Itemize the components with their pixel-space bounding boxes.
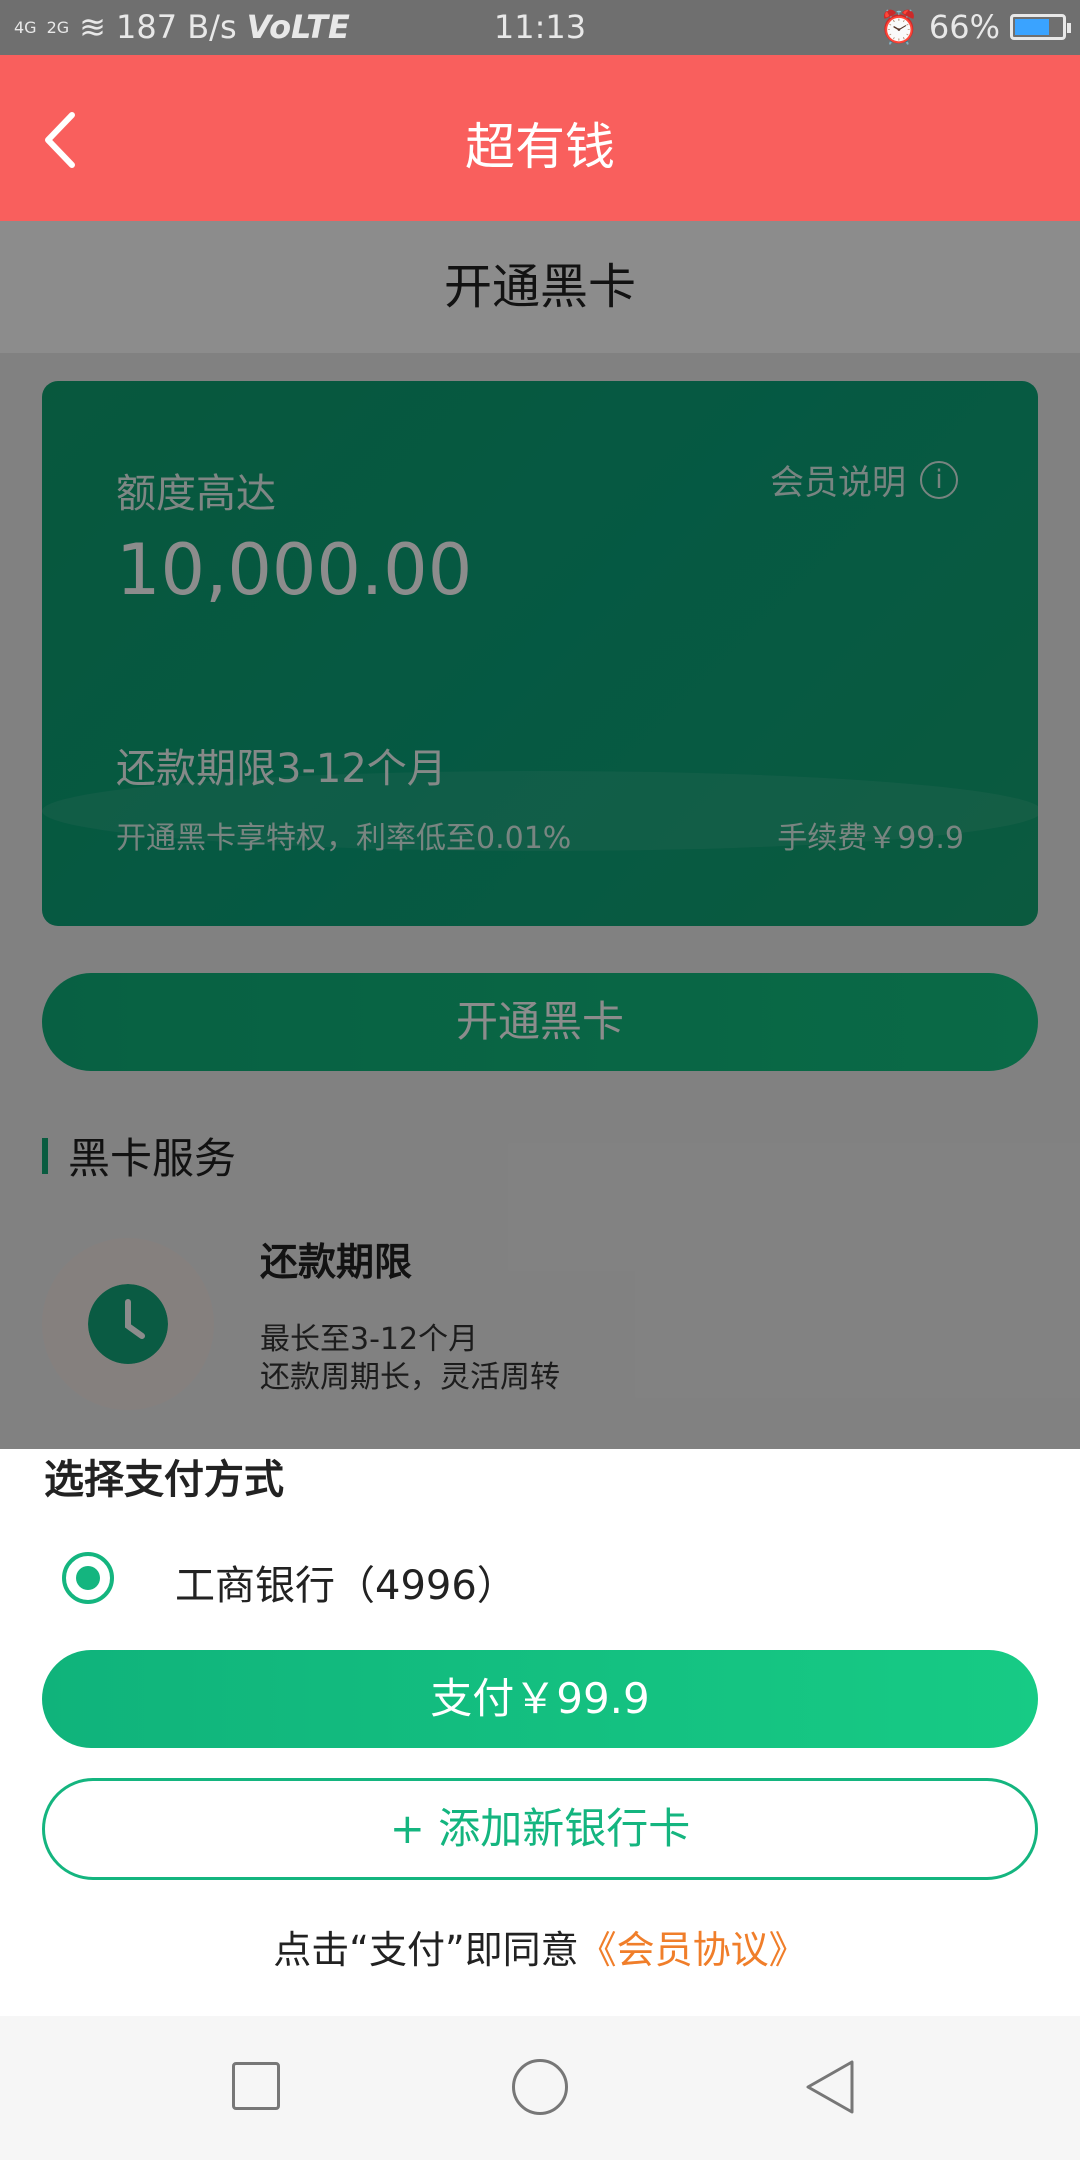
home-icon[interactable] <box>512 2059 568 2115</box>
bank-option-label[interactable]: 工商银行（4996） <box>175 1553 517 1611</box>
app-bar: 超有钱 <box>0 55 1080 221</box>
bank-radio[interactable] <box>62 1552 114 1604</box>
battery-icon <box>1010 14 1071 40</box>
status-right: ⏰ 66% <box>879 8 1071 46</box>
agreement-text: 点击“支付”即同意《会员协议》 <box>0 1919 1080 1974</box>
sheet-title: 选择支付方式 <box>44 1457 284 1503</box>
app-title: 超有钱 <box>465 118 615 176</box>
member-agreement-link[interactable]: 《会员协议》 <box>579 1928 807 1972</box>
payment-sheet: 选择支付方式 工商银行（4996） 支付￥99.9 + 添加新银行卡 点击“支付… <box>0 1449 1080 2016</box>
modal-backdrop[interactable] <box>0 221 1080 1449</box>
battery-percent: 66% <box>928 8 1000 46</box>
status-bar: 4G 2G ≋ 187 B/s VoLTE 11:13 ⏰ 66% <box>0 0 1080 55</box>
pay-button[interactable]: 支付￥99.9 <box>42 1650 1038 1748</box>
alarm-icon: ⏰ <box>879 8 919 46</box>
back-triangle-icon[interactable] <box>802 2058 856 2116</box>
add-bank-card-button[interactable]: + 添加新银行卡 <box>42 1778 1038 1880</box>
agreement-prefix: 点击“支付”即同意 <box>273 1928 579 1972</box>
system-nav-bar <box>0 2016 1080 2160</box>
page-content: 开通黑卡 额度高达 10,000.00 会员说明 i 还款期限3-12个月 开通… <box>0 221 1080 1449</box>
recent-apps-icon[interactable] <box>232 2062 280 2110</box>
